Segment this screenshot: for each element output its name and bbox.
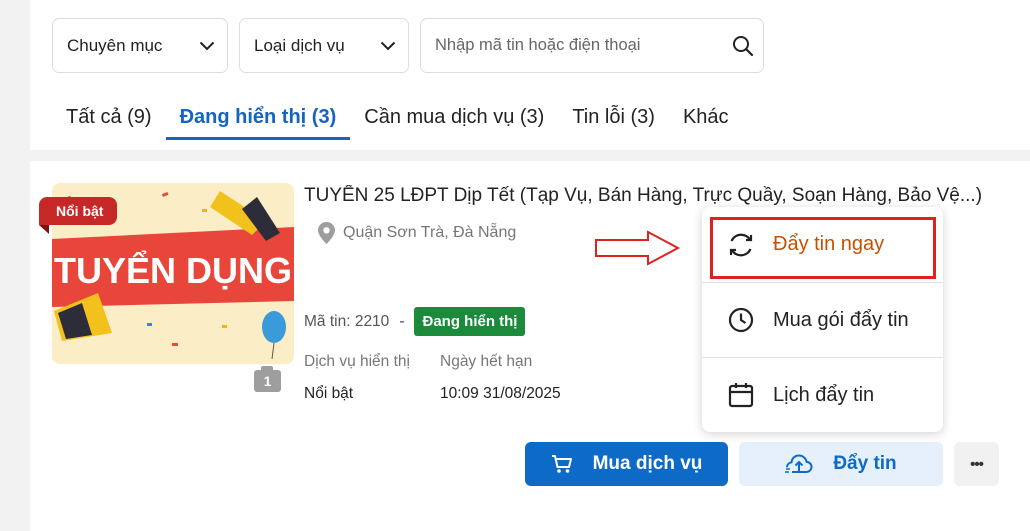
location-text: Quận Sơn Trà, Đà Nẵng — [343, 224, 517, 241]
cloud-upload-icon — [785, 454, 813, 473]
service-value: Nổi bật — [304, 385, 354, 402]
listing-title[interactable]: TUYỂN 25 LĐPT Dịp Tết (Tạp Vụ, Bán Hàng,… — [304, 185, 994, 207]
push-listing-button[interactable]: Đẩy tin — [739, 442, 943, 486]
service-label: Dịch vụ hiển thị — [304, 353, 410, 370]
thumbnail-text: TUYỂN DỤNG — [54, 249, 292, 291]
search-box — [420, 18, 764, 73]
tab-need-service[interactable]: Cần mua dịch vụ (3) — [350, 96, 558, 140]
clock-icon — [728, 307, 754, 333]
service-type-dropdown[interactable]: Loại dịch vụ — [239, 18, 409, 73]
status-tabs: Tất cả (9) Đang hiển thị (3) Cần mua dịc… — [52, 96, 743, 140]
push-schedule-label: Lịch đẩy tin — [773, 383, 875, 406]
location-pin-icon — [318, 222, 335, 244]
calendar-icon — [728, 383, 754, 408]
buy-push-package-menu-item[interactable]: Mua gói đẩy tin — [702, 282, 943, 357]
highlight-box — [710, 217, 936, 279]
expiry-label: Ngày hết hạn — [440, 353, 533, 370]
badge-ribbon-fold — [39, 225, 49, 234]
featured-badge: Nổi bật — [39, 197, 118, 225]
search-input[interactable] — [421, 36, 723, 55]
tab-displaying[interactable]: Đang hiển thị (3) — [165, 96, 351, 140]
chevron-down-icon — [187, 41, 227, 51]
id-separator: - — [399, 312, 405, 330]
push-schedule-menu-item[interactable]: Lịch đẩy tin — [702, 357, 943, 432]
service-type-dropdown-label: Loại dịch vụ — [254, 35, 345, 55]
section-divider — [30, 150, 1030, 161]
more-icon: ••• — [970, 455, 984, 473]
listing-location: Quận Sơn Trà, Đà Nẵng — [318, 222, 516, 244]
more-options-button[interactable]: ••• — [954, 442, 999, 486]
chevron-down-icon — [368, 41, 408, 51]
status-badge: Đang hiển thị — [414, 307, 526, 336]
camera-icon: 1 — [254, 366, 281, 392]
tab-other[interactable]: Khác — [669, 96, 743, 140]
push-listing-label: Đẩy tin — [833, 453, 897, 474]
category-dropdown[interactable]: Chuyên mục — [52, 18, 228, 73]
buy-push-package-label: Mua gói đẩy tin — [773, 308, 909, 331]
cart-icon — [551, 455, 572, 473]
tab-error[interactable]: Tin lỗi (3) — [558, 96, 669, 140]
buy-service-button[interactable]: Mua dịch vụ — [525, 442, 728, 486]
buy-service-label: Mua dịch vụ — [592, 453, 703, 474]
listing-id: Mã tin: 2210 — [304, 312, 390, 330]
category-dropdown-label: Chuyên mục — [67, 35, 163, 55]
expiry-value: 10:09 31/08/2025 — [440, 385, 561, 402]
tab-all[interactable]: Tất cả (9) — [52, 96, 166, 140]
annotation-arrow-icon — [595, 230, 681, 266]
search-icon[interactable] — [723, 35, 763, 57]
listing-id-row: Mã tin: 2210 - Đang hiển thị — [304, 307, 526, 336]
